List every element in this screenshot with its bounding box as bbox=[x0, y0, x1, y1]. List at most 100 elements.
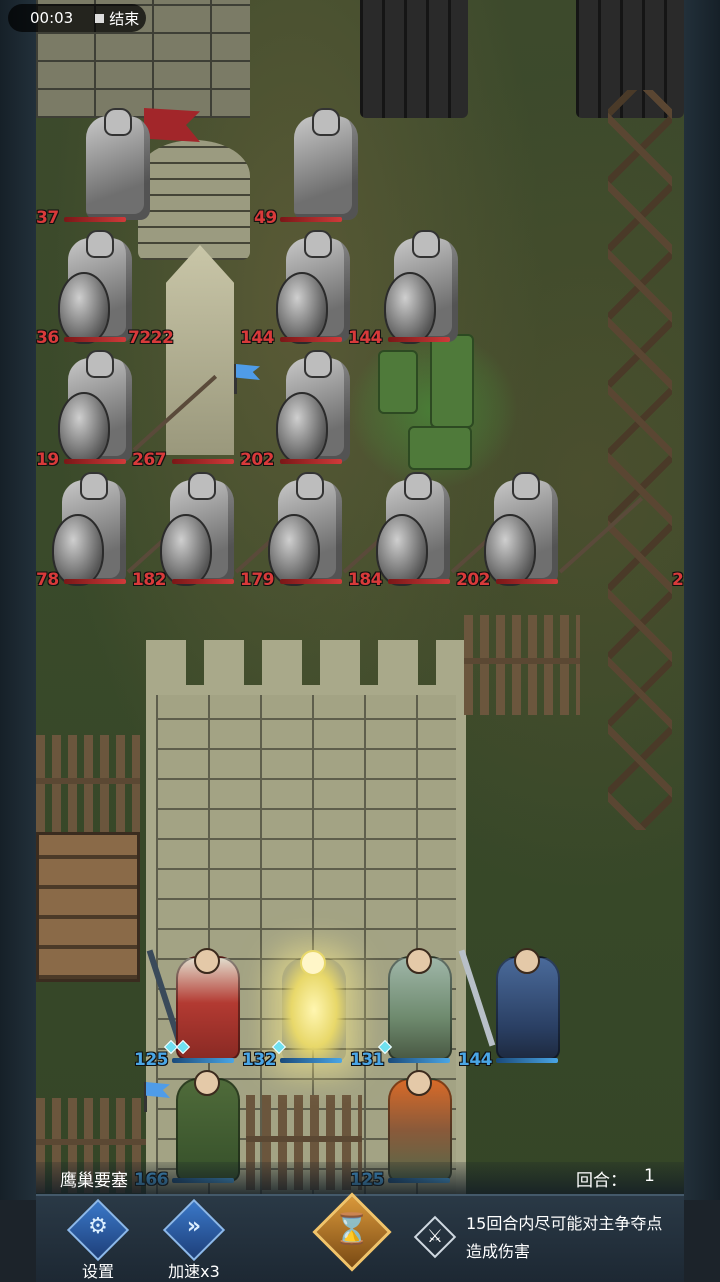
head bbox=[300, 950, 326, 976]
enemy-crossbowman[interactable] bbox=[272, 108, 380, 228]
shield bbox=[276, 392, 328, 464]
blue-flag bbox=[236, 364, 260, 380]
head bbox=[514, 948, 540, 974]
helmet bbox=[86, 350, 114, 378]
wooden-fence-right bbox=[464, 615, 580, 715]
enemy-hp-bar bbox=[280, 217, 342, 222]
enemy-hp-value: 179 bbox=[240, 570, 275, 590]
hourglass-icon: ⌛ bbox=[333, 1212, 371, 1247]
bottom-hud: ⚙ 设置 » 加速x3 ⌛ ⚔ 15回合内尽可能对主争夺点 造成伤害 bbox=[36, 1192, 684, 1282]
enemy-shield-knight[interactable] bbox=[372, 230, 480, 350]
ally-hp-value: 132 bbox=[242, 1050, 277, 1070]
ruin-block bbox=[378, 350, 418, 414]
ally-hp-value: 144 bbox=[458, 1050, 493, 1070]
enemy-hp-bar bbox=[280, 337, 342, 342]
enemy-hp-bar bbox=[280, 579, 342, 584]
round-label: 回合： bbox=[576, 1171, 627, 1191]
shield bbox=[58, 392, 110, 464]
speed-button[interactable]: » 加速x3 bbox=[162, 1198, 226, 1281]
enemy-hp-bar bbox=[64, 459, 126, 464]
shield bbox=[484, 514, 536, 586]
objective-text: 造成伤害 bbox=[466, 1242, 531, 1261]
enemy-hp-value: 202 bbox=[240, 450, 275, 470]
helmet bbox=[312, 108, 340, 136]
ally-hp-bar bbox=[496, 1058, 558, 1063]
enemy-shield-knight[interactable] bbox=[264, 350, 372, 470]
helmet bbox=[296, 472, 324, 500]
left-border bbox=[0, 0, 36, 1200]
ally-hp-value: 125 bbox=[134, 1050, 169, 1070]
sword-crossed-icon: ⚔ bbox=[426, 1226, 444, 1247]
end-turn-button[interactable]: ⌛ bbox=[310, 1190, 394, 1274]
enemy-hp-bar bbox=[172, 459, 234, 464]
battlefield[interactable]: 37 49 36 7222 144 144 19 267 202 78 182 … bbox=[36, 0, 684, 1200]
head bbox=[406, 1070, 432, 1096]
tower-hp-value: 7222 bbox=[128, 328, 174, 348]
head bbox=[194, 1070, 220, 1096]
objective-text: 15回合内尽可能对主争夺点 bbox=[466, 1214, 663, 1233]
ruin-block bbox=[408, 426, 472, 470]
enemy-hp-bar bbox=[64, 337, 126, 342]
helmet bbox=[188, 472, 216, 500]
fast-forward-icon: » bbox=[186, 1214, 202, 1239]
ally-hp-bar bbox=[172, 1058, 234, 1063]
enemy-hp-value: 37 bbox=[36, 208, 59, 228]
monolith-hp-value: 267 bbox=[132, 450, 167, 470]
enemy-hp-value: 36 bbox=[36, 328, 59, 348]
recording-clock: 00:03 bbox=[30, 9, 74, 27]
enemy-hp-bar bbox=[496, 579, 558, 584]
shield bbox=[268, 514, 320, 586]
recording-status[interactable]: 00:03 结束 bbox=[8, 4, 146, 32]
stacked-logs bbox=[36, 832, 140, 982]
helmet bbox=[304, 230, 332, 258]
palisade-top-center bbox=[360, 0, 468, 118]
ruined-statue-glow bbox=[348, 330, 518, 490]
enemy-hp-bar bbox=[172, 579, 234, 584]
shield bbox=[376, 514, 428, 586]
enemy-hp-bar bbox=[388, 579, 450, 584]
shield bbox=[384, 272, 436, 344]
round-counter: 1 bbox=[644, 1166, 655, 1186]
enemy-hp-value: 78 bbox=[36, 570, 59, 590]
enemy-crossbowman[interactable] bbox=[64, 108, 172, 228]
enemy-hp-bar bbox=[388, 337, 450, 342]
head bbox=[194, 948, 220, 974]
enemy-hp-bar bbox=[64, 217, 126, 222]
helmet bbox=[304, 350, 332, 378]
enemy-hp-bar bbox=[64, 579, 126, 584]
helmet bbox=[412, 230, 440, 258]
enemy-hp-value: 2 bbox=[672, 570, 684, 590]
end-recording-label[interactable]: 结束 bbox=[109, 8, 139, 29]
stop-icon[interactable] bbox=[95, 13, 105, 23]
enemy-hp-value: 144 bbox=[240, 328, 275, 348]
ally-hp-bar bbox=[280, 1058, 342, 1063]
wooden-fence-left bbox=[36, 735, 140, 835]
ally-hp-value: 131 bbox=[350, 1050, 385, 1070]
enemy-hp-value: 182 bbox=[132, 570, 167, 590]
map-name: 鹰巢要塞 bbox=[60, 1171, 128, 1191]
head bbox=[406, 948, 432, 974]
settings-label: 设置 bbox=[81, 1262, 114, 1281]
keep-rubble bbox=[146, 640, 466, 688]
shield bbox=[160, 514, 212, 586]
shield bbox=[58, 272, 110, 344]
shield bbox=[276, 272, 328, 344]
spike-fence-right bbox=[608, 90, 672, 830]
settings-button[interactable]: ⚙ 设置 bbox=[66, 1198, 130, 1281]
helmet bbox=[404, 472, 432, 500]
enemy-hp-value: 184 bbox=[348, 570, 383, 590]
enemy-hp-value: 19 bbox=[36, 450, 59, 470]
shield bbox=[52, 514, 104, 586]
helmet bbox=[104, 108, 132, 136]
enemy-hp-value: 49 bbox=[254, 208, 277, 228]
helmet bbox=[86, 230, 114, 258]
stone-monolith[interactable] bbox=[166, 245, 234, 455]
gear-icon: ⚙ bbox=[88, 1214, 108, 1239]
right-border bbox=[684, 0, 720, 1200]
enemy-hp-value: 202 bbox=[456, 570, 491, 590]
speed-label: 加速x3 bbox=[168, 1262, 220, 1281]
helmet bbox=[512, 472, 540, 500]
enemy-hp-bar bbox=[280, 459, 342, 464]
enemy-hp-value: 144 bbox=[348, 328, 383, 348]
helmet bbox=[80, 472, 108, 500]
